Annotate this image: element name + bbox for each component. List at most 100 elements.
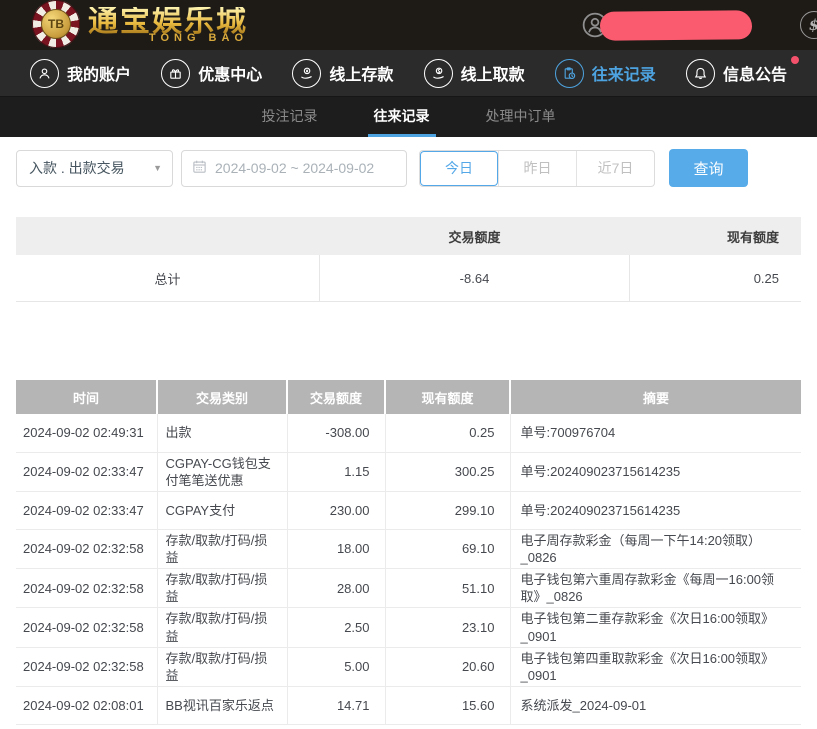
amount-cell: 2.50 xyxy=(287,608,385,647)
site-logo[interactable]: TB 通宝娱乐城 TONG BAO xyxy=(32,2,248,48)
summary-header-amount: 交易额度 xyxy=(319,227,630,246)
topbar-user-area: $ xyxy=(582,0,817,50)
table-row: 2024-09-02 02:33:47CGPAY支付230.00299.10单号… xyxy=(16,491,801,529)
balance-cell: 69.10 xyxy=(385,529,510,568)
bell-icon xyxy=(686,59,715,88)
summary-header-balance: 现有额度 xyxy=(630,227,801,246)
time-cell: 2024-09-02 02:32:58 xyxy=(16,569,157,608)
poker-chip-icon: TB xyxy=(32,0,80,48)
balance-cell: 299.10 xyxy=(385,491,510,529)
filter-bar: 入款 . 出款交易 ▼ 2024-09-02 ~ 2024-09-02 今日 昨… xyxy=(16,149,801,187)
date-range-value: 2024-09-02 ~ 2024-09-02 xyxy=(215,160,374,176)
table-row: 2024-09-02 02:32:58存款/取款/打码/损益18.0069.10… xyxy=(16,529,801,568)
type-cell: 存款/取款/打码/损益 xyxy=(157,647,287,686)
chip-monogram: TB xyxy=(41,9,71,39)
column-header: 交易额度 xyxy=(287,380,385,414)
brand-text: 通宝娱乐城 TONG BAO xyxy=(88,7,248,44)
date-range-input[interactable]: 2024-09-02 ~ 2024-09-02 xyxy=(181,150,407,187)
table-row: 2024-09-02 02:32:58存款/取款/打码/损益5.0020.60电… xyxy=(16,647,801,686)
nav-label: 优惠中心 xyxy=(198,61,262,85)
top-bar: TB 通宝娱乐城 TONG BAO $ xyxy=(0,0,817,50)
column-header: 交易类别 xyxy=(157,380,287,414)
nav-label: 线上取款 xyxy=(461,61,525,85)
nav-item-my-account[interactable]: 我的账户 xyxy=(30,59,131,88)
records-subnav: 投注记录 往来记录 处理中订单 xyxy=(0,97,817,137)
tab-betting-records[interactable]: 投注记录 xyxy=(256,97,324,137)
summary-header-row: 交易额度 现有额度 xyxy=(16,217,801,255)
withdraw-icon xyxy=(424,59,453,88)
nav-item-announcements[interactable]: 信息公告 xyxy=(686,59,787,88)
type-cell: 存款/取款/打码/损益 xyxy=(157,608,287,647)
amount-cell: 28.00 xyxy=(287,569,385,608)
summary-cell: 单号:700976704 xyxy=(510,414,801,452)
balance-cell: 0.25 xyxy=(385,414,510,452)
last7days-button[interactable]: 近7日 xyxy=(576,151,654,186)
table-row: 2024-09-02 02:33:47CGPAY-CG钱包支付笔笔送优惠1.15… xyxy=(16,452,801,491)
summary-total-row: 总计 -8.64 0.25 xyxy=(16,255,801,301)
records-icon xyxy=(555,59,584,88)
amount-cell: -308.00 xyxy=(287,414,385,452)
transactions-table: 时间交易类别交易额度现有额度摘要 2024-09-02 02:49:31出款-3… xyxy=(16,380,801,725)
balance-cell: 15.60 xyxy=(385,687,510,725)
summary-cell: 单号:202409023715614235 xyxy=(510,491,801,529)
calendar-icon xyxy=(192,159,207,177)
redacted-username[interactable] xyxy=(600,10,752,41)
time-cell: 2024-09-02 02:49:31 xyxy=(16,414,157,452)
time-cell: 2024-09-02 02:33:47 xyxy=(16,491,157,529)
summary-cell: 电子钱包第二重存款彩金《次日16:00领取》_0901 xyxy=(510,608,801,647)
nav-item-records[interactable]: 往来记录 xyxy=(555,59,656,88)
nav-item-withdraw[interactable]: 线上取款 xyxy=(424,59,525,88)
table-header-row: 时间交易类别交易额度现有额度摘要 xyxy=(16,380,801,414)
type-cell: CGPAY-CG钱包支付笔笔送优惠 xyxy=(157,452,287,491)
tab-transaction-records[interactable]: 往来记录 xyxy=(368,97,436,137)
yesterday-button[interactable]: 昨日 xyxy=(498,151,576,186)
time-cell: 2024-09-02 02:32:58 xyxy=(16,647,157,686)
column-header: 摘要 xyxy=(510,380,801,414)
nav-item-promotions[interactable]: 优惠中心 xyxy=(161,59,262,88)
summary-total-label: 总计 xyxy=(16,269,319,288)
summary-cell: 电子钱包第四重取款彩金《次日16:00领取》_0901 xyxy=(510,647,801,686)
type-cell: 存款/取款/打码/损益 xyxy=(157,529,287,568)
type-cell: 出款 xyxy=(157,414,287,452)
deposit-icon xyxy=(292,59,321,88)
summary-current-balance: 0.25 xyxy=(630,271,801,286)
table-row: 2024-09-02 02:32:58存款/取款/打码/损益2.5023.10电… xyxy=(16,608,801,647)
nav-label: 我的账户 xyxy=(67,61,131,85)
column-header: 现有额度 xyxy=(385,380,510,414)
summary-cell: 单号:202409023715614235 xyxy=(510,452,801,491)
table-row: 2024-09-02 02:49:31出款-308.000.25单号:70097… xyxy=(16,414,801,452)
transactions-table-head: 时间交易类别交易额度现有额度摘要 xyxy=(16,380,801,414)
type-cell: BB视讯百家乐返点 xyxy=(157,687,287,725)
tab-pending-orders[interactable]: 处理中订单 xyxy=(480,97,562,137)
transactions-table-body: 2024-09-02 02:49:31出款-308.000.25单号:70097… xyxy=(16,414,801,725)
gift-icon xyxy=(161,59,190,88)
balance-cell: 23.10 xyxy=(385,608,510,647)
summary-cell: 系统派发_2024-09-01 xyxy=(510,687,801,725)
nav-item-deposit[interactable]: 线上存款 xyxy=(292,59,393,88)
nav-label: 信息公告 xyxy=(723,61,787,85)
balance-dollar-icon[interactable]: $ xyxy=(800,11,817,39)
balance-cell: 51.10 xyxy=(385,569,510,608)
table-row: 2024-09-02 02:08:01BB视讯百家乐返点14.7115.60系统… xyxy=(16,687,801,725)
amount-cell: 230.00 xyxy=(287,491,385,529)
type-cell: CGPAY支付 xyxy=(157,491,287,529)
user-icon xyxy=(30,59,59,88)
main-navigation: 我的账户 优惠中心 线上存款 线上取款 往来记录 信息公告 xyxy=(0,50,817,97)
amount-cell: 14.71 xyxy=(287,687,385,725)
summary-cell: 电子周存款彩金（每周一下午14:20领取）_0826 xyxy=(510,529,801,568)
balance-cell: 20.60 xyxy=(385,647,510,686)
table-row: 2024-09-02 02:32:58存款/取款/打码/损益28.0051.10… xyxy=(16,569,801,608)
chevron-down-icon: ▼ xyxy=(153,163,162,173)
balance-cell: 300.25 xyxy=(385,452,510,491)
transaction-type-select[interactable]: 入款 . 出款交易 ▼ xyxy=(16,150,173,187)
time-cell: 2024-09-02 02:33:47 xyxy=(16,452,157,491)
amount-cell: 5.00 xyxy=(287,647,385,686)
amount-cell: 1.15 xyxy=(287,452,385,491)
transaction-type-value: 入款 . 出款交易 xyxy=(29,158,125,178)
quick-date-group: 今日 昨日 近7日 xyxy=(419,150,655,187)
nav-label: 往来记录 xyxy=(592,61,656,85)
summary-table: 交易额度 现有额度 总计 -8.64 0.25 xyxy=(16,217,801,302)
search-button[interactable]: 查询 xyxy=(669,149,748,187)
today-button[interactable]: 今日 xyxy=(420,151,498,186)
summary-transaction-amount: -8.64 xyxy=(319,255,630,301)
